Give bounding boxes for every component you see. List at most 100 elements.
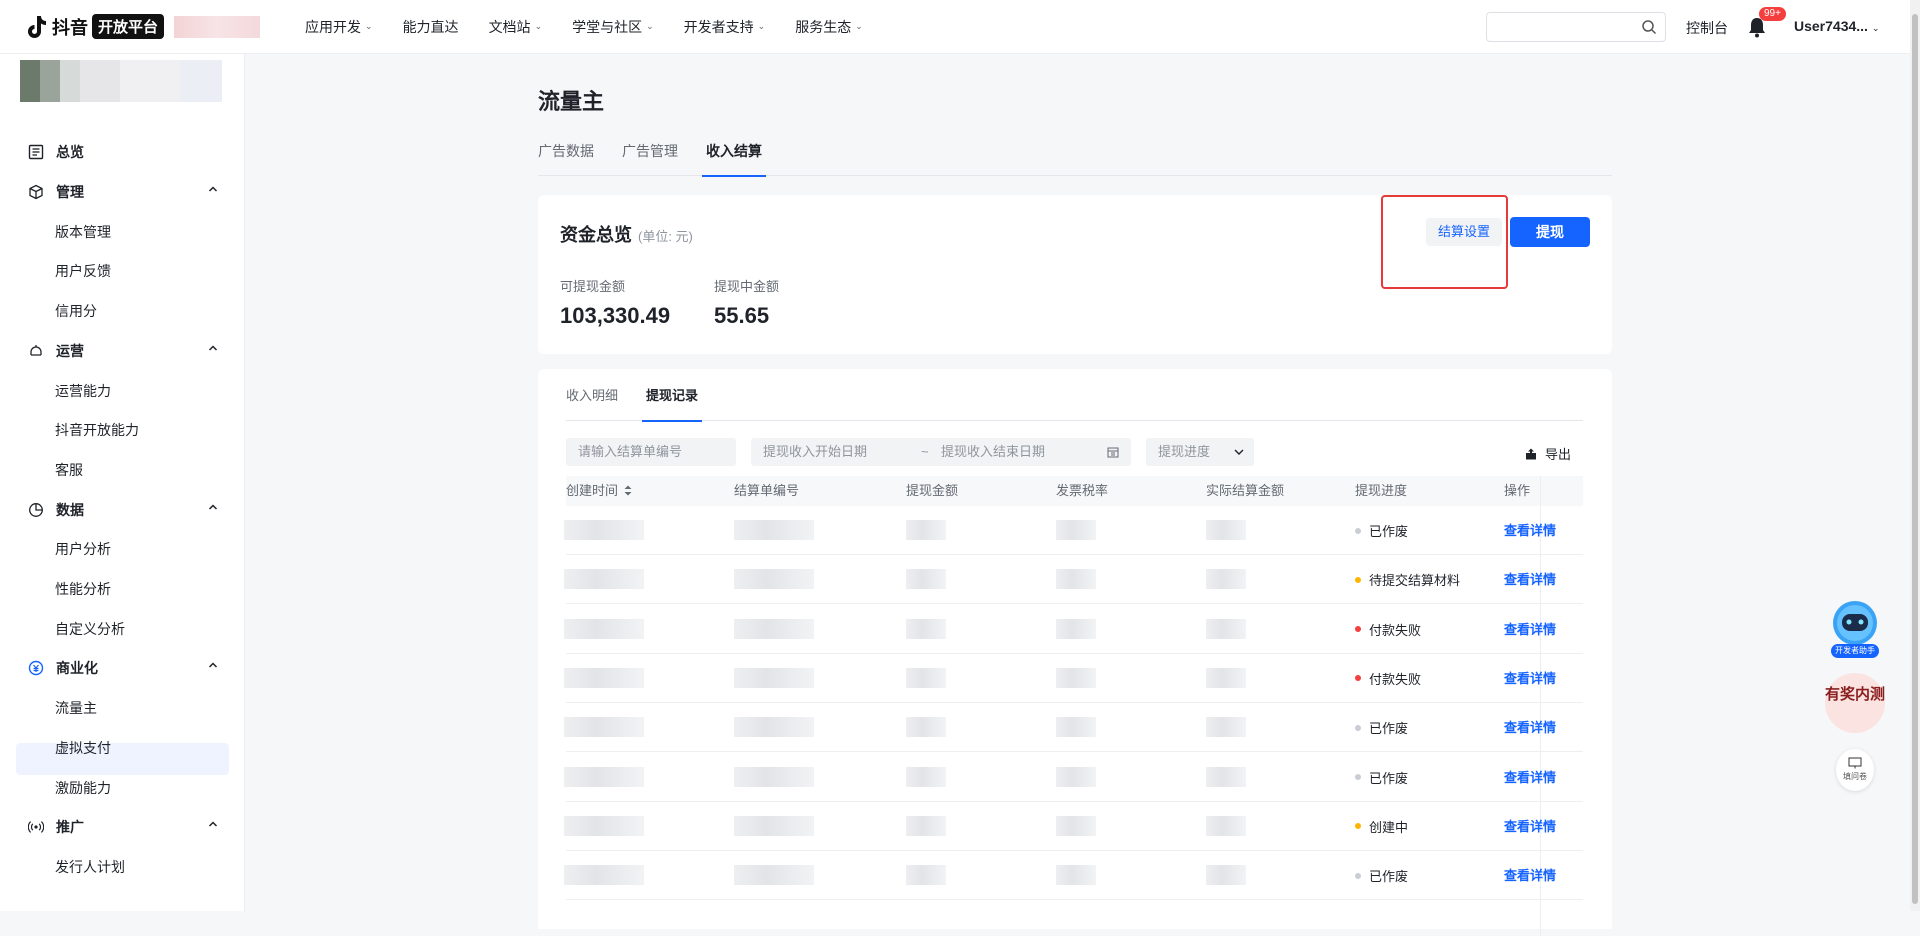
- nav-item[interactable]: 应用开发 ⌄: [290, 0, 388, 54]
- view-detail-link[interactable]: 查看详情: [1504, 520, 1556, 539]
- redacted-cell: [734, 520, 814, 540]
- nav-item[interactable]: 学堂与社区 ⌄: [557, 0, 669, 54]
- tab-1[interactable]: 广告管理: [622, 140, 678, 176]
- table-row: 待提交结算材料 查看详情: [564, 555, 1583, 605]
- redacted-cell: [1056, 815, 1096, 836]
- nav-item[interactable]: 开发者支持 ⌄: [669, 0, 781, 54]
- redacted-cell: [734, 717, 814, 738]
- sidebar-item[interactable]: 发行人计划: [55, 857, 125, 877]
- sort-icon: [624, 485, 632, 496]
- logo-badge: 开放平台: [92, 14, 165, 39]
- export-label: 导出: [1545, 447, 1572, 462]
- nav-item[interactable]: 文档站 ⌄: [474, 0, 558, 54]
- nav-item-label: 能力直达: [402, 18, 459, 35]
- redacted-cell: [564, 667, 644, 688]
- sidebar-item[interactable]: 客服: [55, 460, 83, 480]
- nav-item-label: 学堂与社区: [572, 18, 643, 35]
- withdraw-button[interactable]: 提现: [1510, 217, 1590, 247]
- page-scrollbar[interactable]: [1910, 0, 1920, 911]
- douyin-logo-icon: [28, 15, 46, 38]
- chevron-up-icon: [208, 821, 218, 827]
- sidebar-item[interactable]: 信用分: [55, 301, 97, 321]
- sidebar-group-operations[interactable]: 运营: [28, 341, 218, 361]
- table-row: 已作废 查看详情: [564, 506, 1583, 555]
- sidebar-item[interactable]: 用户分析: [55, 539, 111, 559]
- sidebar-item[interactable]: 用户反馈: [55, 261, 111, 281]
- date-range-picker[interactable]: 提现收入开始日期 ~ 提现收入结束日期: [751, 438, 1131, 466]
- survey-button[interactable]: 填问卷: [1836, 749, 1874, 791]
- view-detail-link[interactable]: 查看详情: [1504, 816, 1556, 835]
- sidebar-item[interactable]: 运营能力: [55, 381, 111, 401]
- status-text: 已作废: [1369, 524, 1409, 539]
- available-label: 可提现金额: [560, 279, 626, 294]
- sidebar-group-monetization[interactable]: 商业化: [28, 658, 218, 678]
- sidebar-item[interactable]: 自定义分析: [55, 619, 125, 639]
- assistant-label: 开发者助手: [1835, 646, 1875, 655]
- tab-0[interactable]: 广告数据: [538, 140, 594, 176]
- status-badge: 已作废: [1355, 521, 1408, 540]
- sidebar-item[interactable]: 流量主: [55, 698, 97, 718]
- sidebar-group-data[interactable]: 数据: [28, 500, 218, 520]
- view-detail-link[interactable]: 查看详情: [1504, 569, 1556, 588]
- sidebar-item[interactable]: 虚拟支付: [55, 738, 111, 758]
- user-menu[interactable]: User7434... ⌄: [1794, 18, 1880, 34]
- nav-item-label: 应用开发: [305, 18, 362, 35]
- user-name: User7434...: [1794, 18, 1868, 34]
- monetization-icon: [28, 661, 44, 676]
- redacted-cell: [1056, 569, 1096, 590]
- status-dot-icon: [1355, 675, 1361, 682]
- sidebar-group-label: 推广: [56, 819, 84, 836]
- scrollbar-thumb[interactable]: [1912, 14, 1918, 904]
- nav-item[interactable]: 服务生态 ⌄: [780, 0, 878, 54]
- view-detail-link[interactable]: 查看详情: [1504, 767, 1556, 786]
- redacted-cell: [564, 569, 644, 590]
- start-date-input[interactable]: 提现收入开始日期: [763, 444, 867, 459]
- settle-settings-button[interactable]: 结算设置: [1426, 218, 1502, 246]
- logo[interactable]: 抖音 开放平台: [26, 0, 261, 54]
- status-badge: 已作废: [1355, 866, 1408, 885]
- tab-2[interactable]: 收入结算: [702, 140, 766, 177]
- redacted-cell: [1056, 865, 1096, 886]
- export-button[interactable]: 导出: [1525, 444, 1571, 463]
- console-link[interactable]: 控制台: [1686, 18, 1728, 38]
- redacted-cell: [906, 865, 946, 886]
- redacted-cell: [564, 766, 644, 787]
- subtab-1[interactable]: 提现记录: [642, 385, 703, 422]
- promotion-icon: [28, 821, 44, 834]
- search-input[interactable]: [1486, 12, 1666, 42]
- sidebar-group-promotion[interactable]: 推广: [28, 817, 218, 837]
- column-header: 提现进度: [1355, 476, 1407, 506]
- redacted-cell: [734, 865, 814, 886]
- column-header[interactable]: 创建时间: [566, 476, 632, 506]
- sidebar-item[interactable]: 激励能力: [55, 778, 111, 798]
- sidebar-group-manage[interactable]: 管理: [28, 182, 218, 202]
- end-date-input[interactable]: 提现收入结束日期: [941, 438, 1045, 466]
- progress-select[interactable]: 提现进度: [1146, 438, 1254, 466]
- redacted-cell: [1056, 520, 1096, 540]
- view-detail-link[interactable]: 查看详情: [1504, 619, 1556, 638]
- sidebar-item-overview[interactable]: 总览: [28, 142, 218, 162]
- redacted-cell: [906, 815, 946, 836]
- subtab-0[interactable]: 收入明细: [566, 385, 618, 421]
- view-detail-link[interactable]: 查看详情: [1504, 668, 1556, 687]
- redacted-cell: [906, 667, 946, 688]
- order-number-input[interactable]: 请输入结算单编号: [566, 438, 736, 466]
- chevron-down-icon: ⌄: [365, 21, 373, 31]
- nav-item[interactable]: 能力直达: [388, 0, 474, 54]
- beta-test-badge[interactable]: 有奖内测: [1825, 673, 1885, 733]
- top-bar: 抖音 开放平台 应用开发 ⌄ 能力直达 文档站 ⌄ 学堂与社区 ⌄ 开发者支持 ⌄ 服务生态 ⌄ 控…: [0, 0, 1920, 54]
- table-row: 已作废 查看详情: [564, 753, 1583, 802]
- records-subtabs: 收入明细 提现记录: [566, 385, 1583, 422]
- sidebar-item[interactable]: 抖音开放能力: [55, 420, 139, 440]
- view-detail-link[interactable]: 查看详情: [1504, 865, 1556, 884]
- developer-assistant-button[interactable]: 开发者助手: [1829, 599, 1881, 661]
- top-nav: 应用开发 ⌄ 能力直达 文档站 ⌄ 学堂与社区 ⌄ 开发者支持 ⌄ 服务生态 ⌄: [290, 0, 878, 54]
- status-text: 已作废: [1369, 770, 1409, 786]
- sidebar-item[interactable]: 性能分析: [55, 579, 111, 599]
- sidebar-group-label: 商业化: [56, 660, 98, 677]
- column-header-label: 创建时间: [566, 483, 619, 498]
- redacted-cell: [1056, 667, 1096, 688]
- page-title: 流量主: [538, 89, 605, 114]
- view-detail-link[interactable]: 查看详情: [1504, 717, 1556, 736]
- sidebar-item[interactable]: 版本管理: [55, 222, 111, 242]
